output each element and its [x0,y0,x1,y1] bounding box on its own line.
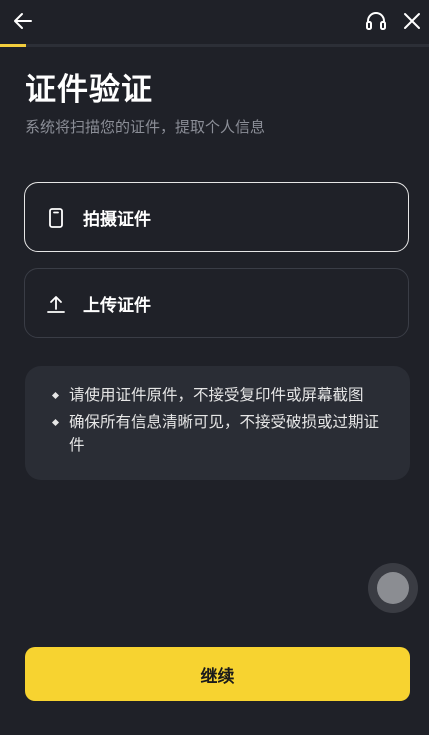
option-upload[interactable]: 上传证件 [24,268,409,338]
continue-button[interactable]: 继续 [25,647,410,701]
option-take-photo-label: 拍摄证件 [83,210,151,230]
page-subtitle: 系统将扫描您的证件，提取个人信息 [25,118,266,136]
top-bar [0,0,429,44]
close-icon[interactable] [400,9,424,33]
upload-icon [47,296,65,313]
floating-assistive-button[interactable] [368,563,418,613]
floating-button-dot [377,572,409,604]
phone-camera-icon [49,208,63,228]
progress-fill [0,44,26,47]
tip-item: 请使用证件原件，不接受复印件或屏幕截图 [51,384,388,407]
option-upload-label: 上传证件 [83,296,151,316]
tips-card: 请使用证件原件，不接受复印件或屏幕截图 确保所有信息清晰可见，不接受破损或过期证… [25,366,410,480]
page-title: 证件验证 [25,72,153,108]
progress-bar [0,44,429,47]
option-take-photo[interactable]: 拍摄证件 [24,182,409,252]
tip-item: 确保所有信息清晰可见，不接受破损或过期证件 [51,411,388,457]
back-arrow-icon[interactable] [10,8,36,34]
headset-icon[interactable] [364,9,388,33]
